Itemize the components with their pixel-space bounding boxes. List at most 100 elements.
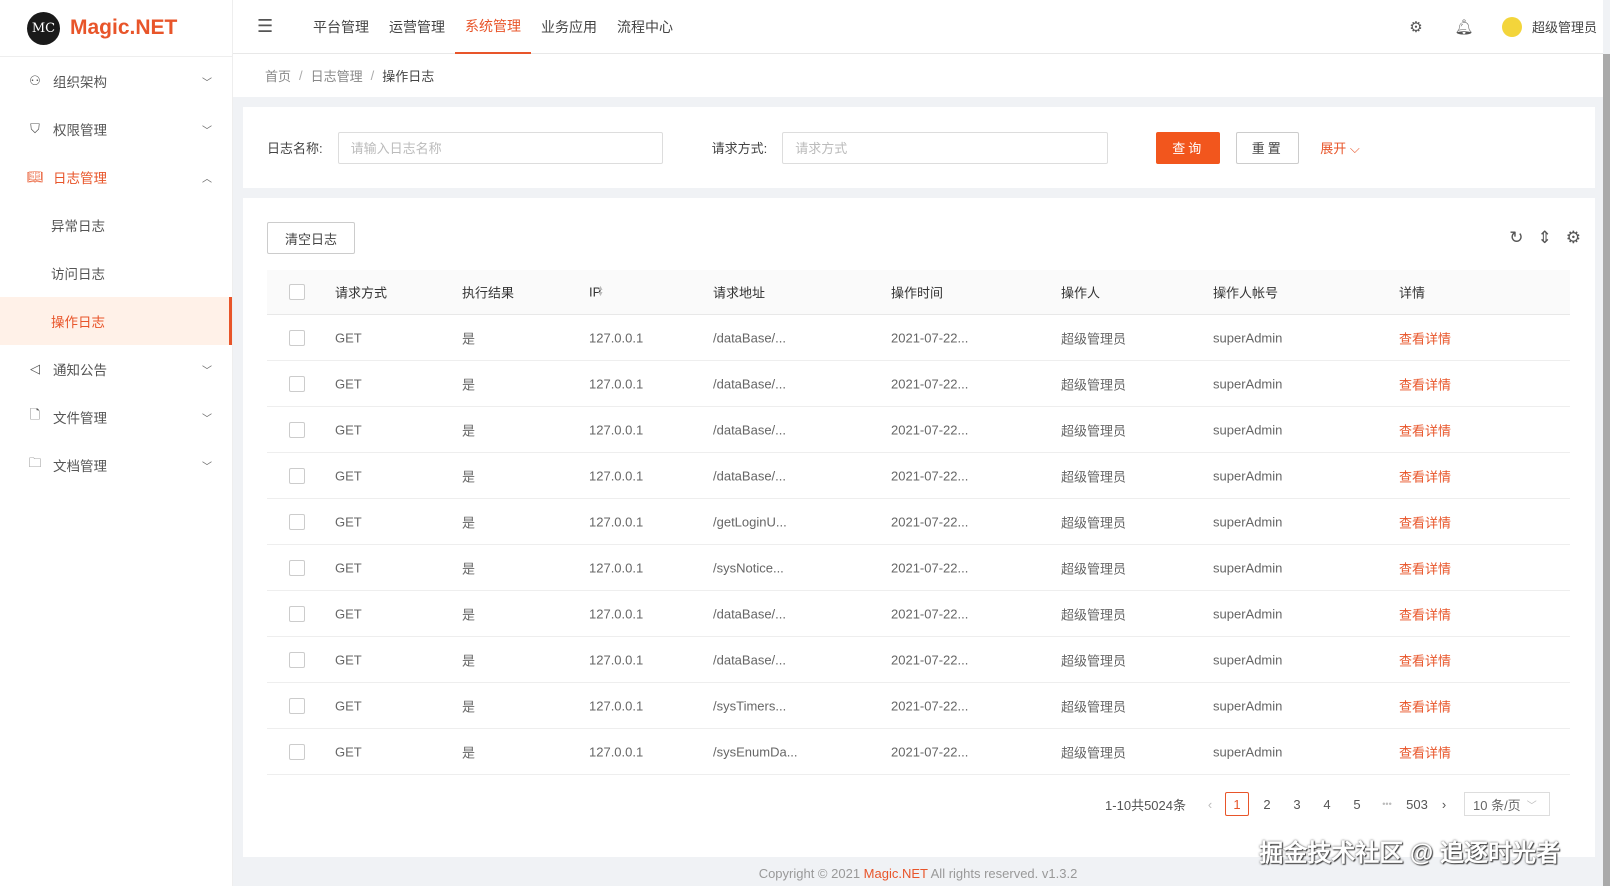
nav-tab[interactable]: 系统管理 [455, 0, 531, 54]
sort-icon[interactable]: ▲ ▼ [1221, 285, 1228, 298]
next-page-icon[interactable]: › [1432, 792, 1456, 816]
row-checkbox[interactable] [289, 697, 305, 714]
table-cell: 超级管理员 [1061, 745, 1127, 760]
bell-icon[interactable]: 🔔︎ [1440, 18, 1488, 36]
row-checkbox[interactable] [289, 421, 305, 438]
table-cell: 是 [462, 607, 476, 622]
sidebar-item[interactable]: 📖︎ 日志管理 ︿ [0, 153, 232, 201]
prev-page-icon[interactable]: ‹ [1198, 792, 1222, 816]
chevron-down-icon: ﹀ [202, 365, 212, 377]
sidebar-item-label: 权限管理 [53, 123, 107, 138]
row-checkbox[interactable] [289, 651, 305, 668]
table-row: GET 是 127.0.0.1/sysTimers... 2021-07-22... 超… [267, 683, 1570, 729]
sort-icon[interactable]: ▲ ▼ [597, 285, 604, 298]
query-button[interactable]: 查询 [1156, 131, 1221, 164]
view-detail-link[interactable]: 查看详情 [1399, 512, 1451, 531]
page-item[interactable]: 3 [1285, 792, 1309, 816]
table-cell: 2021-07-22... [891, 330, 969, 345]
page-item[interactable]: 503 [1405, 792, 1429, 816]
table-row: GET 是 127.0.0.1/sysNotice... 2021-07-22... 超… [267, 545, 1570, 591]
footer-brand[interactable]: Magic.NET [864, 866, 928, 881]
table-cell: 是 [462, 653, 476, 668]
sidebar-item[interactable]: 🗋 文件管理 ﹀ [0, 393, 232, 441]
avatar[interactable] [1501, 16, 1522, 37]
collapse-menu-icon[interactable]: ☰ [257, 16, 287, 37]
reset-button[interactable]: 重置 [1236, 131, 1300, 164]
view-detail-link[interactable]: 查看详情 [1399, 466, 1451, 485]
view-detail-link[interactable]: 查看详情 [1399, 650, 1451, 669]
logo[interactable]: MC Magic.NET [0, 0, 232, 57]
settings-icon[interactable]: ⚙ [1392, 18, 1440, 36]
table-cell: /dataBase/... [713, 422, 786, 437]
settings-icon[interactable]: ⚙ [1566, 228, 1581, 248]
row-checkbox[interactable] [289, 467, 305, 484]
column-height-icon[interactable]: ⇕ [1538, 228, 1552, 248]
view-detail-link[interactable]: 查看详情 [1399, 420, 1451, 439]
table-row: GET 是 127.0.0.1/sysEnumDa... 2021-07-22... 超… [267, 729, 1570, 775]
expand-link[interactable]: 展开 ⌵ [1320, 138, 1360, 157]
sidebar-item[interactable]: ⛉ 权限管理 ﹀ [0, 105, 232, 153]
row-checkbox[interactable] [289, 743, 305, 760]
sidebar-item[interactable]: ◁ 通知公告 ﹀ [0, 345, 232, 393]
nav-tab[interactable]: 运营管理 [379, 0, 455, 54]
table-cell: 超级管理员 [1061, 423, 1127, 438]
table-cell: superAdmin [1213, 376, 1283, 391]
view-detail-link[interactable]: 查看详情 [1399, 742, 1451, 761]
page-item[interactable]: 2 [1255, 792, 1279, 816]
sidebar-subitem[interactable]: 异常日志 [0, 201, 232, 249]
table-cell: 是 [462, 561, 476, 576]
row-checkbox[interactable] [289, 559, 305, 576]
nav-tab[interactable]: 业务应用 [531, 0, 607, 54]
search-form: 日志名称: 请输入日志名称 请求方式: 请求方式 查询 重置 展开 ⌵ [243, 107, 1595, 188]
folder-icon: 🗀 [28, 455, 42, 470]
sidebar-subitem[interactable]: 访问日志 [0, 249, 232, 297]
sidebar-item[interactable]: 🗀 文档管理 ﹀ [0, 441, 232, 489]
view-detail-link[interactable]: 查看详情 [1399, 558, 1451, 577]
page-size-select[interactable]: 10 条/页 ﹀ [1464, 792, 1550, 816]
scrollbar[interactable] [1603, 54, 1610, 886]
page-item[interactable]: 4 [1315, 792, 1339, 816]
row-checkbox[interactable] [289, 605, 305, 622]
column-header-label: 请求方式 [335, 285, 388, 301]
table-cell: /dataBase/... [713, 376, 786, 391]
row-checkbox[interactable] [289, 329, 305, 346]
sidebar-subitem-label: 异常日志 [51, 219, 105, 234]
page-item[interactable]: ••• [1375, 792, 1399, 816]
table-cell: /dataBase/... [713, 606, 786, 621]
breadcrumb-home[interactable]: 首页 [265, 66, 291, 85]
clear-log-button[interactable]: 清空日志 [267, 222, 355, 254]
view-detail-link[interactable]: 查看详情 [1399, 696, 1451, 715]
table-cell: 2021-07-22... [891, 514, 969, 529]
table-cell: GET [335, 698, 362, 713]
view-detail-link[interactable]: 查看详情 [1399, 604, 1451, 623]
log-name-input[interactable]: 请输入日志名称 [337, 131, 663, 164]
breadcrumb-log[interactable]: 日志管理 [311, 66, 363, 85]
select-all-checkbox[interactable] [289, 284, 305, 300]
nav-tab[interactable]: 平台管理 [303, 0, 379, 54]
sidebar-item[interactable]: ⚇ 组织架构 ﹀ [0, 57, 232, 105]
sidebar-item-label: 日志管理 [53, 171, 107, 186]
table-cell: /sysTimers... [713, 698, 787, 713]
page-item[interactable]: 5 [1345, 792, 1369, 816]
view-detail-link[interactable]: 查看详情 [1399, 374, 1451, 393]
sidebar-subitem[interactable]: 操作日志 [0, 297, 232, 345]
chevron-down-icon: ﹀ [1526, 800, 1537, 812]
method-input[interactable]: 请求方式 [782, 131, 1109, 164]
table-cell: 2021-07-22... [891, 652, 969, 667]
chevron-down-icon: ﹀ [202, 125, 212, 137]
column-header-label: 操作人 [1061, 285, 1101, 301]
nav-tab[interactable]: 流程中心 [607, 0, 683, 54]
table-row: GET 是 127.0.0.1/dataBase/... 2021-07-22... 超… [267, 315, 1570, 361]
row-checkbox[interactable] [289, 375, 305, 392]
refresh-icon[interactable]: ↻ [1509, 228, 1523, 248]
table-cell: 127.0.0.1 [589, 652, 644, 667]
row-checkbox[interactable] [289, 513, 305, 530]
copyright: Copyright © 2021 [758, 866, 864, 881]
view-detail-link[interactable]: 查看详情 [1399, 328, 1451, 347]
page-item[interactable]: 1 [1225, 792, 1249, 816]
table-cell: GET [335, 376, 362, 391]
log-table: 请求方式 执行结果 IP ▲ ▼ 请求地址 操作时间 操作人 操作人帐号 ▲ ▼ 详情 GET 是 127.… [267, 270, 1570, 775]
table-cell: GET [335, 560, 362, 575]
user-name[interactable]: 超级管理员 [1532, 17, 1597, 36]
table-cell: 127.0.0.1 [589, 744, 644, 759]
